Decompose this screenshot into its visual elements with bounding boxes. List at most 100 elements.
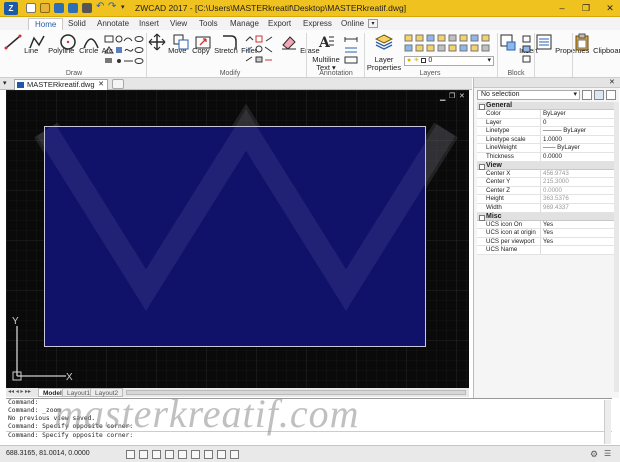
- insert-block-button[interactable]: Insert: [499, 33, 538, 55]
- property-row[interactable]: Linetype ——— ByLayer: [477, 127, 617, 136]
- close-icon[interactable]: ✕: [98, 80, 104, 90]
- minimize-button[interactable]: –: [550, 0, 574, 16]
- model-paper-toggle[interactable]: [230, 450, 239, 459]
- polar-toggle[interactable]: [165, 450, 174, 459]
- snap-toggle[interactable]: [126, 450, 135, 459]
- grid-toggle[interactable]: [139, 450, 148, 459]
- fillet-button[interactable]: Fillet: [221, 33, 257, 55]
- document-tab[interactable]: MASTERkreatif.dwg ✕: [14, 79, 108, 90]
- property-row[interactable]: Center Y 215.3000: [477, 178, 617, 187]
- property-section-header[interactable]: View: [477, 161, 617, 170]
- property-value[interactable]: ——— ByLayer: [541, 127, 617, 135]
- app-logo-icon[interactable]: Z: [4, 2, 18, 15]
- tab-export[interactable]: Export: [262, 18, 297, 30]
- ortho-toggle[interactable]: [152, 450, 161, 459]
- draw-small-tools-icon[interactable]: [104, 35, 144, 65]
- quick-access-dropdown-icon[interactable]: ▾: [121, 3, 125, 11]
- clipboard-button[interactable]: Clipboard: [573, 33, 620, 55]
- property-value[interactable]: 0.0000: [541, 153, 617, 161]
- tab-insert[interactable]: Insert: [133, 18, 165, 30]
- property-value[interactable]: ByLayer: [541, 110, 617, 118]
- osnap-toggle[interactable]: [178, 450, 187, 459]
- gear-icon[interactable]: ⚙: [590, 449, 598, 460]
- property-row[interactable]: Layer 0: [477, 118, 617, 128]
- copy-button[interactable]: Copy: [172, 33, 210, 55]
- open-file-icon[interactable]: [40, 3, 50, 13]
- property-section-header[interactable]: Misc: [477, 212, 617, 221]
- property-row[interactable]: Color ByLayer: [477, 110, 617, 119]
- block-tools-icons[interactable]: [522, 35, 532, 65]
- layout-nav-icon[interactable]: ◂◂ ◂ ▸ ▸▸: [8, 388, 31, 395]
- property-row[interactable]: LineWeight —— ByLayer: [477, 144, 617, 153]
- undo-icon[interactable]: ↶: [96, 1, 104, 12]
- tab-tools[interactable]: Tools: [193, 18, 224, 30]
- tab-view[interactable]: View: [164, 18, 193, 30]
- circle-button[interactable]: Circle: [59, 33, 98, 55]
- ribbon-minimize-icon[interactable]: ▾: [368, 19, 378, 28]
- property-row[interactable]: Height 363.5376: [477, 195, 617, 204]
- stretch-button[interactable]: Stretch: [194, 33, 238, 55]
- otrack-toggle[interactable]: [191, 450, 200, 459]
- property-value[interactable]: [541, 246, 617, 254]
- customization-icon[interactable]: ☰: [604, 449, 611, 458]
- redo-icon[interactable]: ↷: [108, 1, 116, 12]
- save-as-icon[interactable]: [68, 3, 78, 13]
- multiline-text-button[interactable]: A Multiline Text ▾: [309, 33, 343, 72]
- property-value[interactable]: Yes: [541, 229, 617, 237]
- viewport-minimize-icon[interactable]: ▁: [440, 93, 445, 101]
- property-value[interactable]: Yes: [541, 221, 617, 229]
- tab-annotate[interactable]: Annotate: [91, 18, 135, 30]
- property-value[interactable]: Yes: [541, 238, 617, 246]
- tab-list-icon[interactable]: ▾: [3, 79, 7, 87]
- command-scrollbar[interactable]: [604, 400, 611, 444]
- arc-button[interactable]: Arc: [82, 33, 113, 55]
- line-button[interactable]: Line: [4, 33, 38, 55]
- layer-properties-button[interactable]: Layer Properties: [366, 33, 402, 72]
- property-row[interactable]: UCS per viewport Yes: [477, 237, 617, 247]
- block-panel-label: Block: [507, 70, 525, 77]
- palette-scrollbar[interactable]: [614, 102, 619, 392]
- property-row[interactable]: Center Z 0.0000: [477, 186, 617, 196]
- property-value[interactable]: 1.0000: [541, 136, 617, 144]
- property-row[interactable]: UCS icon On Yes: [477, 220, 617, 230]
- layer-tool-icons[interactable]: [404, 34, 496, 54]
- new-tab-icon[interactable]: [112, 79, 124, 89]
- polyline-button[interactable]: Polyline: [28, 33, 74, 55]
- tab-solid[interactable]: Solid: [62, 18, 92, 30]
- toggle-pickadd-icon[interactable]: [582, 90, 592, 100]
- drawing-rectangle[interactable]: [44, 126, 426, 347]
- close-button[interactable]: ✕: [598, 0, 620, 16]
- property-value[interactable]: —— ByLayer: [541, 144, 617, 152]
- erase-button[interactable]: Erase: [280, 33, 320, 55]
- property-value[interactable]: 0: [541, 119, 617, 127]
- dimension-tools-icon[interactable]: [343, 35, 361, 65]
- select-objects-icon[interactable]: [594, 90, 604, 100]
- new-file-icon[interactable]: [26, 3, 36, 13]
- modify-small-tools-icon[interactable]: [244, 35, 274, 65]
- viewport-restore-icon[interactable]: ❐: [449, 92, 455, 100]
- property-row[interactable]: UCS Name: [477, 246, 617, 255]
- properties-button[interactable]: Properties: [535, 33, 589, 55]
- property-section-header[interactable]: General: [477, 102, 617, 110]
- viewport-close-icon[interactable]: ✕: [459, 92, 465, 100]
- tab-online[interactable]: Online: [335, 18, 370, 30]
- save-icon[interactable]: [54, 3, 64, 13]
- tab-express[interactable]: Express: [297, 18, 338, 30]
- restore-button[interactable]: ❐: [574, 0, 598, 16]
- dyn-toggle[interactable]: [217, 450, 226, 459]
- property-row[interactable]: UCS icon at origin Yes: [477, 229, 617, 238]
- palette-close-icon[interactable]: ✕: [609, 78, 615, 86]
- quick-select-icon[interactable]: [606, 90, 616, 100]
- selection-dropdown[interactable]: No selection ▾: [477, 90, 580, 100]
- property-row[interactable]: Linetype scale 1.0000: [477, 135, 617, 145]
- property-row[interactable]: Thickness 0.0000: [477, 152, 617, 162]
- lineweight-toggle[interactable]: [204, 450, 213, 459]
- current-layer-dropdown[interactable]: ● ☀ 0 ▾: [404, 56, 494, 66]
- property-row[interactable]: Width 969.4337: [477, 203, 617, 213]
- tab-home[interactable]: Home: [28, 18, 64, 30]
- drawing-canvas[interactable]: ▁ ❐ ✕ Y X: [6, 90, 469, 388]
- move-button[interactable]: Move: [148, 33, 186, 55]
- print-icon[interactable]: [82, 3, 92, 13]
- property-row[interactable]: Center X 456.9743: [477, 169, 617, 179]
- tab-manage[interactable]: Manage: [224, 18, 265, 30]
